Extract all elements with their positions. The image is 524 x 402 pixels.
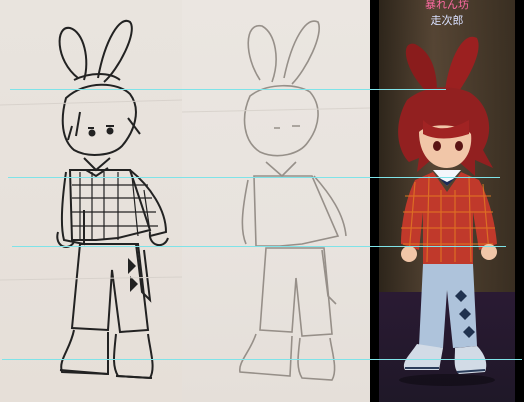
pencil-sketch-panel	[182, 0, 370, 402]
guide-line-hair	[10, 89, 446, 90]
game-character-panel	[379, 0, 515, 402]
character-name-label: 走次郎	[430, 14, 464, 27]
guide-line-feet	[2, 359, 522, 360]
guild-name-label: 暴れん坊	[425, 0, 469, 11]
divider-strip	[370, 0, 379, 402]
pencil-sketch-figure	[182, 20, 370, 381]
right-border-strip	[515, 0, 524, 402]
guide-line-waist	[12, 246, 506, 247]
guide-line-shoulders	[8, 177, 500, 178]
comparison-canvas: 暴れん坊 走次郎	[0, 0, 524, 402]
ink-sketch-panel	[0, 0, 182, 402]
ink-sketch-figure	[0, 19, 182, 380]
game-character-avatar	[398, 36, 497, 386]
